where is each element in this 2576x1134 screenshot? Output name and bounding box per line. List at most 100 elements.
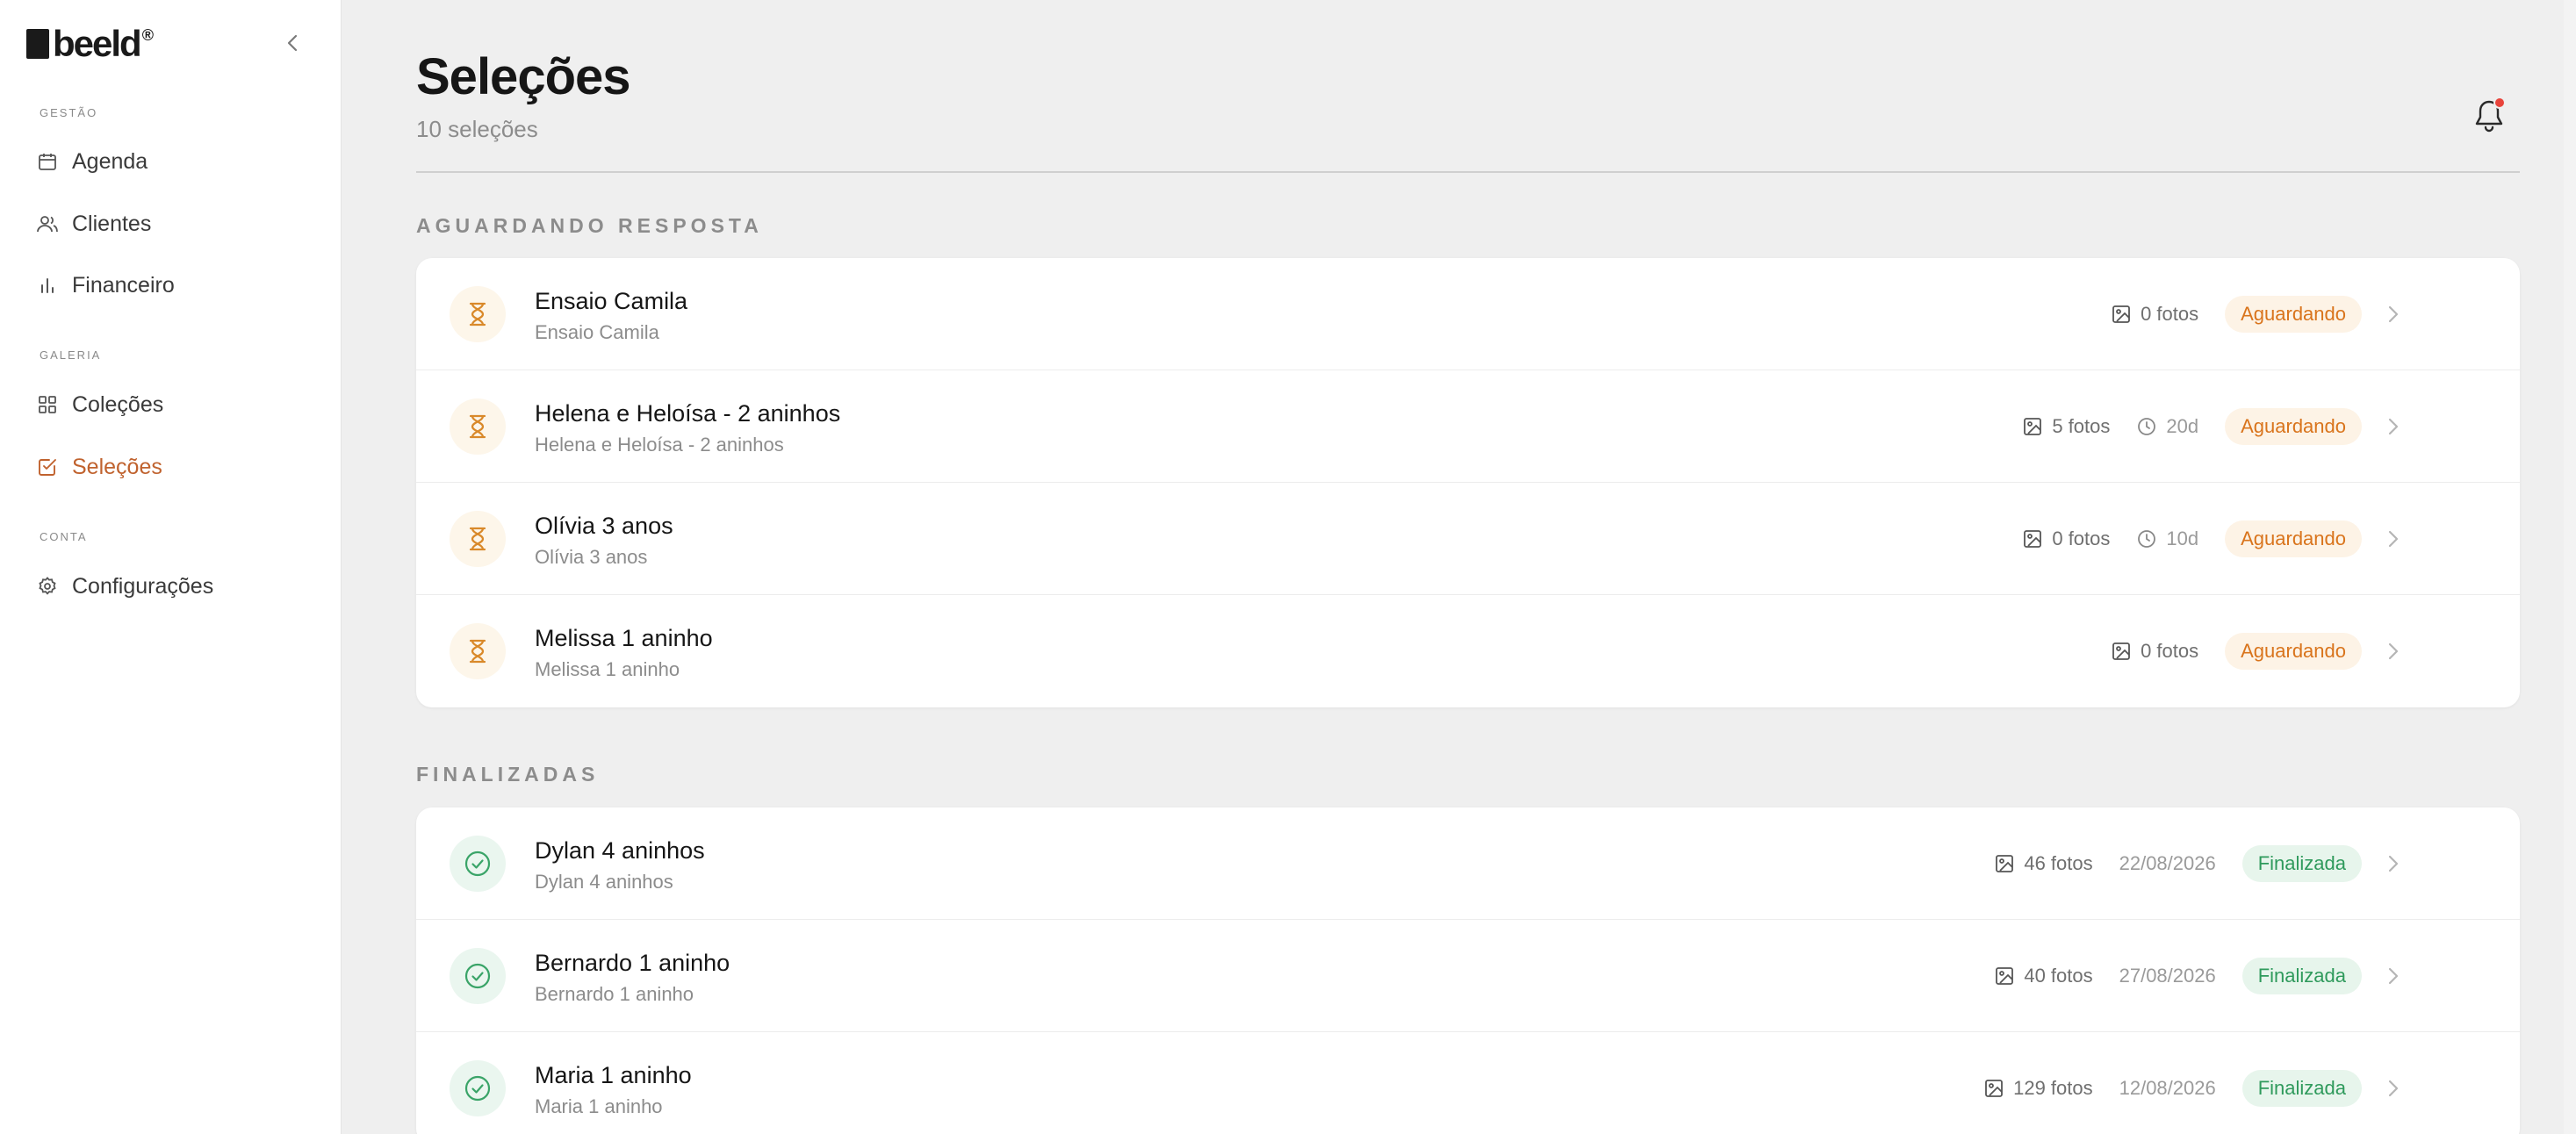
logo-registered: ® [141,26,154,44]
sidebar-item-selecoes[interactable]: Seleções [35,445,307,489]
photo-count-text: 46 fotos [2024,852,2093,874]
chevron-right-icon [2381,1076,2406,1101]
page-title: Seleções [416,48,631,105]
scrollbar[interactable] [2564,0,2576,1134]
done-card: Dylan 4 aninhos Dylan 4 aninhos 46 fotos… [416,807,2520,1134]
check-circle-icon [450,1060,506,1116]
sidebar-item-label: Seleções [72,454,162,479]
photo-count: 0 fotos [2022,528,2110,550]
status-badge: Aguardando [2225,520,2362,557]
check-circle-icon [450,836,506,892]
row-subtitle: Melissa 1 aninho [535,658,680,680]
image-icon [2024,530,2042,548]
row-meta: 46 fotos 22/08/2026 Finalizada [1994,807,2362,920]
grid-icon [35,392,60,417]
image-icon [1985,1080,2003,1097]
chevron-right-icon [2381,414,2406,439]
row-meta: 129 fotos 12/08/2026 Finalizada [1983,1032,2362,1134]
clock-icon [2138,530,2156,548]
photo-count: 46 fotos [1994,852,2093,875]
logo-mark [26,29,49,59]
image-icon [2024,418,2042,435]
logo[interactable]: beeld ® [26,25,154,63]
section-label-done: FINALIZADAS [416,763,600,786]
status-badge: Aguardando [2225,296,2362,333]
days-remaining: 20d [2136,415,2198,438]
sidebar-item-colecoes[interactable]: Coleções [35,383,307,427]
status-badge: Finalizada [2241,958,2362,994]
photo-count: 0 fotos [2111,640,2198,663]
row-meta: 0 fotos Aguardando [2111,258,2362,370]
sidebar-item-agenda[interactable]: Agenda [35,140,307,183]
finished-date: 22/08/2026 [2119,852,2216,874]
selection-row[interactable]: Bernardo 1 aninho Bernardo 1 aninho 40 f… [416,920,2520,1032]
status-badge: Finalizada [2241,1070,2362,1107]
photo-count: 40 fotos [1994,965,2093,987]
image-icon [1996,967,2014,985]
photo-count-text: 0 fotos [2141,640,2199,662]
users-icon [35,212,60,236]
checkbox-icon [35,455,60,479]
header-divider [416,171,2520,173]
sidebar-item-label: Agenda [72,148,148,174]
row-meta: 5 fotos 20d Aguardando [2022,370,2362,483]
chevron-right-icon [2381,302,2406,327]
image-icon [2112,642,2130,660]
photo-count-text: 0 fotos [2141,303,2199,325]
row-subtitle: Bernardo 1 aninho [535,983,694,1005]
chevron-right-icon [2381,527,2406,551]
selection-row[interactable]: Olívia 3 anos Olívia 3 anos 0 fotos 10d … [416,483,2520,595]
row-title: Ensaio Camila [535,288,688,314]
collapse-sidebar-button[interactable] [279,28,306,58]
sidebar-item-label: Clientes [72,211,152,236]
sidebar-item-financeiro[interactable]: Financeiro [35,263,307,307]
sidebar-item-clientes[interactable]: Clientes [35,202,307,246]
row-subtitle: Maria 1 aninho [535,1095,663,1117]
logo-text: beeld [53,23,142,64]
chevron-left-icon [287,34,298,52]
selection-row[interactable]: Melissa 1 aninho Melissa 1 aninho 0 foto… [416,595,2520,707]
row-title: Melissa 1 aninho [535,625,713,651]
photo-count-text: 40 fotos [2024,965,2093,987]
finished-date: 27/08/2026 [2119,965,2216,987]
chevron-right-icon [2381,851,2406,876]
section-label-waiting: AGUARDANDO RESPOSTA [416,214,763,237]
row-subtitle: Ensaio Camila [535,321,659,343]
days-remaining: 10d [2136,528,2198,550]
row-title: Olívia 3 anos [535,513,673,539]
check-circle-icon [450,948,506,1004]
gear-icon [35,574,60,599]
notifications-button[interactable] [2471,97,2508,135]
photo-count-text: 0 fotos [2052,528,2111,549]
calendar-icon [35,149,60,174]
selection-row[interactable]: Dylan 4 aninhos Dylan 4 aninhos 46 fotos… [416,807,2520,920]
selection-row[interactable]: Helena e Heloísa - 2 aninhos Helena e He… [416,370,2520,483]
row-title: Maria 1 aninho [535,1062,692,1088]
status-badge: Finalizada [2241,845,2362,882]
row-meta: 40 fotos 27/08/2026 Finalizada [1994,920,2362,1032]
chevron-right-icon [2381,964,2406,988]
finished-date: 12/08/2026 [2119,1077,2216,1099]
selection-row[interactable]: Maria 1 aninho Maria 1 aninho 129 fotos … [416,1032,2520,1134]
chevron-right-icon [2381,639,2406,664]
sidebar-item-label: Coleções [72,391,164,417]
bar-chart-icon [35,273,60,298]
row-subtitle: Dylan 4 aninhos [535,871,673,893]
row-title: Dylan 4 aninhos [535,837,705,864]
photo-count-text: 5 fotos [2052,415,2111,437]
photo-count: 129 fotos [1983,1077,2093,1100]
status-badge: Aguardando [2225,633,2362,670]
row-subtitle: Helena e Heloísa - 2 aninhos [535,434,784,456]
page-subtitle: 10 seleções [416,116,538,142]
selection-row[interactable]: Ensaio Camila Ensaio Camila 0 fotos Agua… [416,258,2520,370]
sidebar-item-label: Configurações [72,573,214,599]
sidebar-item-label: Financeiro [72,272,175,298]
hourglass-icon [450,511,506,567]
sidebar: beeld ® GESTÃO Agenda Clientes Financeir… [0,0,342,1134]
row-subtitle: Olívia 3 anos [535,546,648,568]
sidebar-item-configuracoes[interactable]: Configurações [35,564,307,608]
photo-count-text: 129 fotos [2013,1077,2093,1099]
clock-icon [2138,418,2156,435]
days-remaining-text: 20d [2166,415,2199,437]
row-title: Helena e Heloísa - 2 aninhos [535,400,841,427]
